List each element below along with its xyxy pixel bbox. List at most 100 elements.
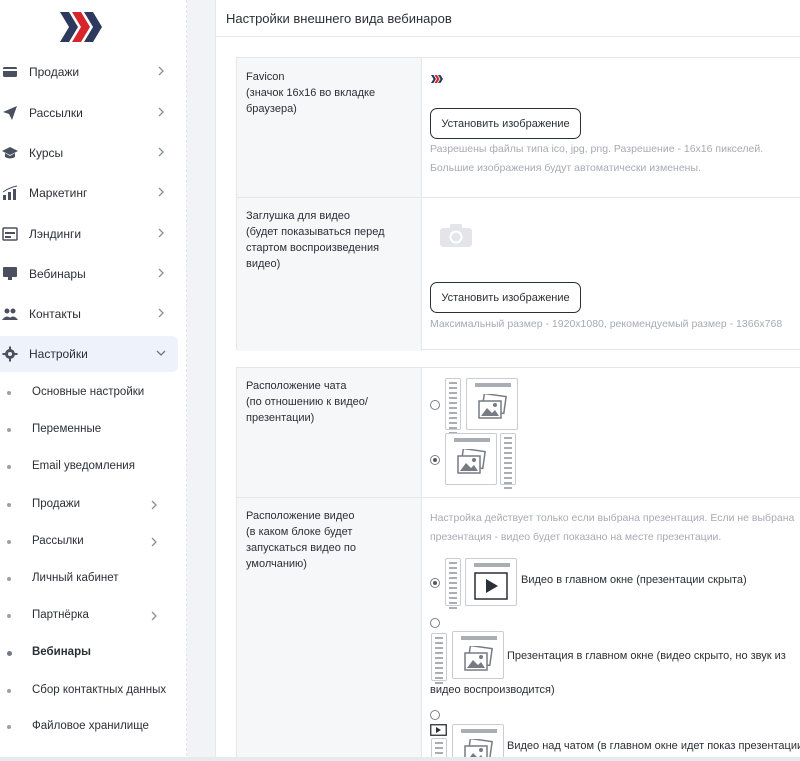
sub-item-email-notifications[interactable]: Email уведомления — [0, 452, 178, 482]
paper-plane-icon — [3, 106, 17, 120]
sub-item-sales[interactable]: Продажи — [0, 490, 178, 520]
sub-item-label: Вебинары — [32, 646, 91, 658]
chevron-right-icon — [158, 147, 164, 157]
sub-item-variables[interactable]: Переменные — [0, 415, 178, 445]
video-main-label: Видео в главном окне (презентации скрыта… — [521, 574, 747, 586]
chevron-right-icon — [151, 500, 157, 510]
bullet-icon — [7, 391, 11, 395]
favicon-sublabel: (значок 16x16 во вкладке браузера) — [246, 87, 376, 115]
sub-item-partners[interactable]: Партнёрка — [0, 601, 178, 631]
favicon-hint: Разрешены файлы типа ico, jpg, png. Разр… — [430, 143, 764, 155]
video-main-radio[interactable] — [430, 578, 440, 588]
bullet-icon — [7, 503, 11, 507]
set-favicon-button[interactable]: Установить изображение — [430, 108, 581, 139]
video-position-label: Расположение видео — [246, 510, 355, 522]
sub-item-label: Сбор контактных данных — [32, 684, 167, 696]
bullet-icon — [7, 465, 11, 469]
chat-right-radio[interactable] — [430, 455, 440, 465]
graduation-cap-icon — [2, 147, 18, 159]
chevron-right-icon — [158, 107, 164, 117]
sub-item-webinars[interactable]: Вебинары — [0, 638, 178, 668]
chat-column-preview — [500, 433, 516, 489]
camera-icon — [440, 224, 472, 247]
placeholder-sublabel: (будет показываться перед стартом воспро… — [246, 226, 385, 270]
gear-icon — [2, 346, 18, 362]
video-above-chat-label: Видео над чатом (в главном окне идет пок… — [507, 740, 800, 752]
bar-chart-icon — [2, 185, 18, 200]
video-position-hint: Настройка действует только если выбрана … — [430, 512, 795, 524]
image-icon — [457, 449, 486, 474]
sub-item-mailings[interactable]: Рассылки — [0, 527, 178, 557]
sub-item-contact-collection[interactable]: Сбор контактных данных — [0, 676, 178, 706]
bullet-icon — [7, 614, 11, 618]
video-position-hint-2: презентация - видео будет показано на ме… — [430, 531, 722, 543]
sub-item-label: Файловое хранилище — [32, 720, 149, 732]
chat-left-radio[interactable] — [430, 400, 440, 410]
video-placeholder-row: Заглушка для видео (будет показываться п… — [237, 197, 800, 351]
image-icon — [478, 394, 507, 419]
sub-item-personal-account[interactable]: Личный кабинет — [0, 564, 178, 594]
video-position-row: Расположение видео (в каком блоке будет … — [237, 497, 800, 761]
sidebar-item-landings[interactable]: Лэндинги — [0, 216, 178, 252]
favicon-preview-icon — [431, 75, 443, 83]
small-video-icon — [430, 724, 447, 736]
horizontal-scrollbar[interactable] — [0, 757, 800, 761]
sub-item-label: Основные настройки — [32, 386, 145, 398]
presentation-main-label-cont: видео воспроизводится) — [430, 684, 555, 696]
chevron-right-icon — [151, 611, 157, 621]
sub-item-basic-settings[interactable]: Основные настройки — [0, 378, 178, 408]
chat-position-label: Расположение чата — [246, 380, 347, 392]
sidebar-item-label: Продажи — [29, 65, 80, 79]
logo-icon[interactable] — [58, 10, 104, 44]
presentation-main-label: Презентация в главном окне (видео скрыто… — [507, 650, 786, 662]
sidebar-item-webinars[interactable]: Вебинары — [0, 256, 178, 292]
presentation-preview — [452, 631, 504, 679]
presentation-preview — [445, 433, 497, 485]
row-label-cell: Favicon (значок 16x16 во вкладке браузер… — [237, 58, 422, 197]
play-icon — [474, 572, 508, 600]
sub-item-label: Личный кабинет — [32, 572, 119, 584]
sub-item-label: Партнёрка — [32, 609, 89, 621]
wallet-icon — [3, 67, 17, 77]
chevron-right-icon — [158, 268, 164, 278]
sidebar: Продажи Рассылки Курсы Маркетинг Лэндинг… — [0, 0, 187, 761]
sidebar-item-settings[interactable]: Настройки — [0, 336, 178, 372]
sidebar-item-label: Лэндинги — [29, 227, 82, 241]
bullet-icon — [7, 540, 11, 544]
divider — [216, 36, 800, 37]
chat-position-sublabel: (по отношению к видео/презентации) — [246, 396, 368, 424]
video-above-chat-radio[interactable] — [430, 710, 440, 720]
sidebar-item-label: Рассылки — [29, 106, 83, 120]
bullet-icon — [7, 428, 11, 432]
chevron-right-icon — [158, 187, 164, 197]
chat-column-preview — [431, 633, 447, 684]
sidebar-item-contacts[interactable]: Контакты — [0, 296, 178, 332]
row-label-cell: Расположение видео (в каком блоке будет … — [237, 498, 422, 761]
bullet-icon — [7, 689, 11, 693]
sidebar-item-mailings[interactable]: Рассылки — [0, 95, 178, 131]
sub-item-label: Рассылки — [32, 535, 84, 547]
sidebar-item-marketing[interactable]: Маркетинг — [0, 175, 178, 211]
bullet-icon — [7, 577, 11, 581]
sidebar-item-label: Вебинары — [29, 267, 86, 281]
bullet-icon — [7, 651, 12, 656]
placeholder-hint: Максимальный размер - 1920x1080, рекомен… — [430, 318, 783, 330]
favicon-label: Favicon — [246, 71, 285, 83]
presentation-preview — [452, 724, 504, 761]
bullet-icon — [7, 725, 11, 729]
video-preview — [465, 558, 517, 606]
set-placeholder-button[interactable]: Установить изображение — [430, 282, 581, 313]
sidebar-item-label: Маркетинг — [29, 186, 88, 200]
layout-panel: Расположение чата (по отношению к видео/… — [236, 367, 800, 761]
users-icon — [2, 308, 18, 320]
row-label-cell: Расположение чата (по отношению к видео/… — [237, 368, 422, 497]
sub-item-label: Переменные — [32, 423, 102, 435]
sub-item-file-storage[interactable]: Файловое хранилище — [0, 712, 178, 742]
sidebar-item-sales[interactable]: Продажи — [0, 54, 178, 90]
sidebar-item-label: Курсы — [29, 146, 64, 160]
video-position-sublabel: (в каком блоке будет запускаться видео п… — [246, 526, 356, 570]
chat-position-row: Расположение чата (по отношению к видео/… — [237, 368, 800, 497]
sidebar-item-courses[interactable]: Курсы — [0, 135, 178, 171]
row-label-cell: Заглушка для видео (будет показываться п… — [237, 198, 422, 351]
presentation-main-radio[interactable] — [430, 618, 440, 628]
